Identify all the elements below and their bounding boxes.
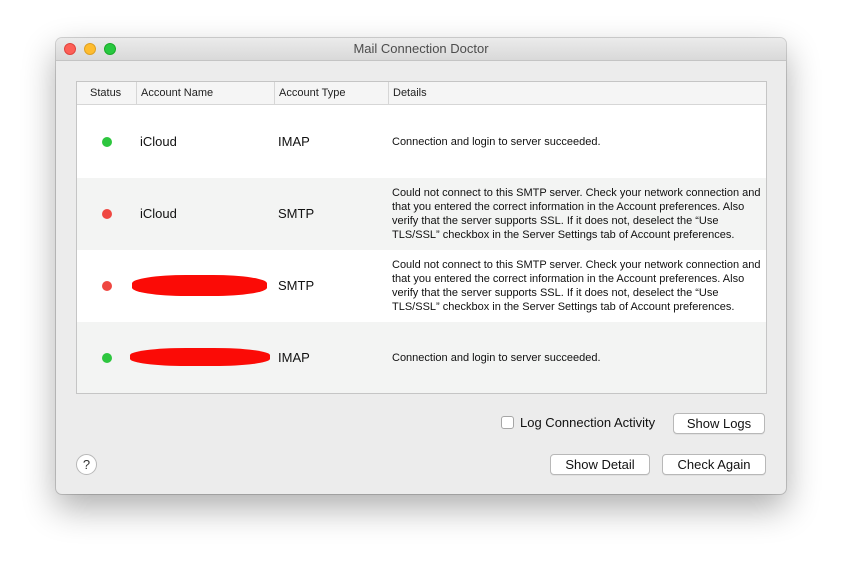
redacted-account-name <box>130 348 270 366</box>
redacted-account-name <box>132 275 267 296</box>
connection-status-table[interactable]: Status Account Name Account Type Details… <box>76 81 767 394</box>
mail-connection-doctor-window: Mail Connection Doctor Status Account Na… <box>56 38 786 494</box>
details-cell: Could not connect to this SMTP server. C… <box>392 250 764 322</box>
account-name-cell: iCloud <box>140 134 177 149</box>
status-indicator-icon <box>102 137 112 147</box>
status-indicator-icon <box>102 281 112 291</box>
log-connection-activity-label[interactable]: Log Connection Activity <box>520 415 655 431</box>
table-header: Status Account Name Account Type Details <box>77 82 766 105</box>
column-header-account-name[interactable]: Account Name <box>136 82 274 104</box>
title-bar[interactable]: Mail Connection Doctor <box>56 38 786 61</box>
checkbox-box[interactable] <box>501 416 514 429</box>
help-button[interactable]: ? <box>76 454 97 475</box>
details-text: Connection and login to server succeeded… <box>392 352 601 364</box>
account-name-cell: iCloud <box>140 206 177 221</box>
show-detail-button[interactable]: Show Detail <box>550 454 650 475</box>
account-type-cell: IMAP <box>278 350 310 365</box>
table-row[interactable]: IMAP Connection and login to server succ… <box>77 322 766 393</box>
details-cell: Connection and login to server succeeded… <box>392 322 764 393</box>
column-header-status[interactable]: Status <box>86 82 136 104</box>
column-header-details[interactable]: Details <box>388 82 766 104</box>
account-type-cell: SMTP <box>278 206 315 221</box>
status-indicator-icon <box>102 209 112 219</box>
account-type-cell: SMTP <box>278 278 315 293</box>
check-again-button[interactable]: Check Again <box>662 454 766 475</box>
table-row[interactable]: iCloud IMAP Connection and login to serv… <box>77 106 766 178</box>
details-text: Could not connect to this SMTP server. C… <box>392 259 761 313</box>
column-header-account-type[interactable]: Account Type <box>274 82 388 104</box>
details-cell: Could not connect to this SMTP server. C… <box>392 178 764 250</box>
window-title: Mail Connection Doctor <box>353 41 489 56</box>
details-text: Connection and login to server succeeded… <box>392 136 601 148</box>
table-row[interactable]: iCloud SMTP Could not connect to this SM… <box>77 178 766 250</box>
details-text: Could not connect to this SMTP server. C… <box>392 187 761 241</box>
show-logs-button[interactable]: Show Logs <box>673 413 765 434</box>
account-type-cell: IMAP <box>278 134 310 149</box>
status-indicator-icon <box>102 353 112 363</box>
details-cell: Connection and login to server succeeded… <box>392 106 764 178</box>
table-row[interactable]: SMTP Could not connect to this SMTP serv… <box>77 250 766 322</box>
